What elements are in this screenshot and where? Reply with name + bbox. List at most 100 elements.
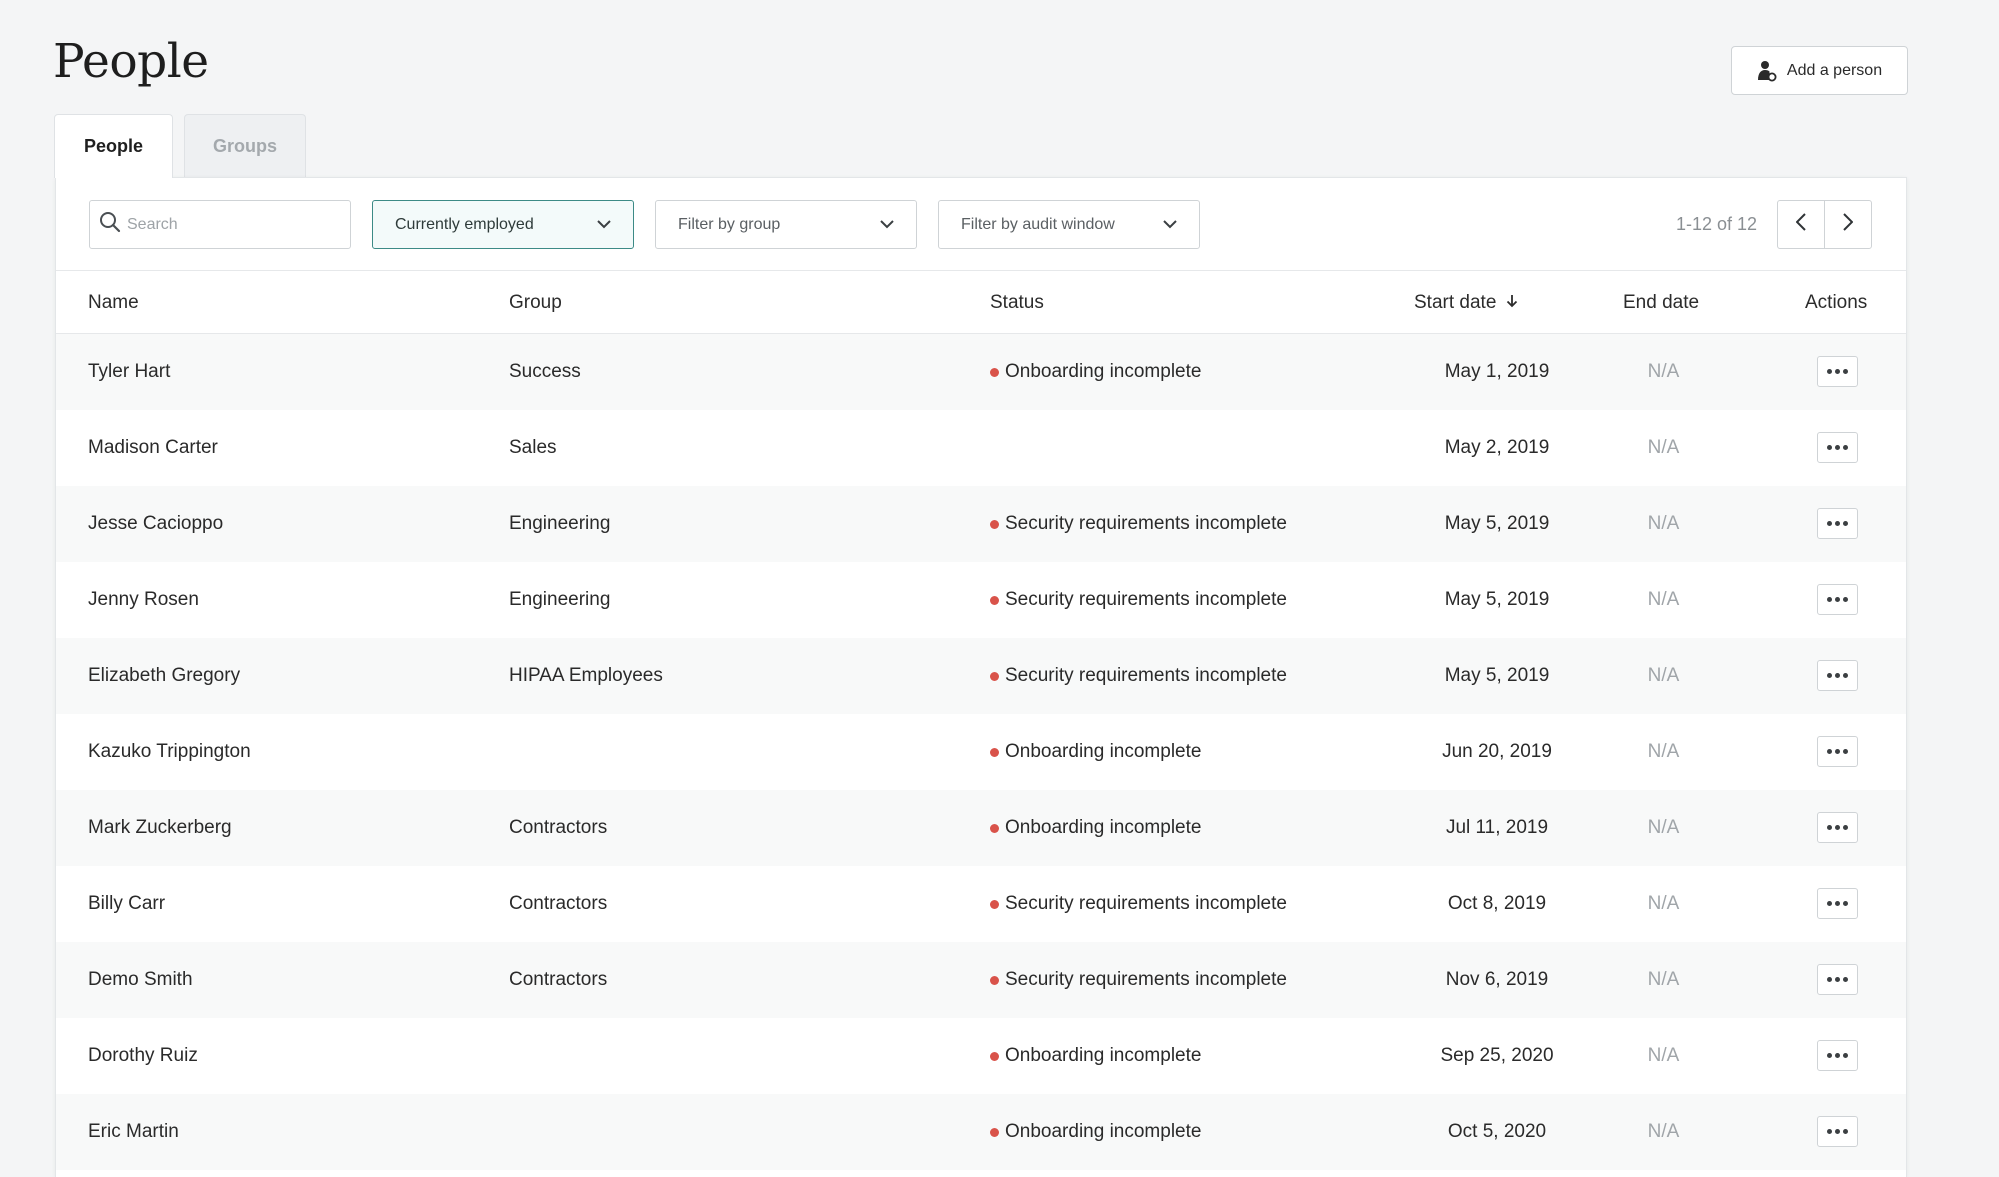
status-text: Security requirements incomplete xyxy=(1005,513,1287,534)
person-status: Onboarding incomplete xyxy=(990,714,1201,790)
table-row[interactable]: Elizabeth Gregory HIPAA Employees Security… xyxy=(56,638,1906,714)
end-date: N/A xyxy=(1647,893,1680,914)
start-date: May 5, 2019 xyxy=(1444,589,1550,610)
column-header-status[interactable]: Status xyxy=(990,271,1044,334)
ellipsis-icon xyxy=(1826,445,1850,450)
table-row[interactable]: Eric Martin Onboarding incomplete Oct 5, 2… xyxy=(56,1094,1906,1170)
end-date: N/A xyxy=(1647,741,1680,762)
audit-window-filter-select[interactable]: Filter by audit window xyxy=(938,200,1200,249)
table-row[interactable]: Tyler Hart Success Onboarding incomplete Ma… xyxy=(56,334,1906,410)
person-name[interactable]: Elizabeth Gregory xyxy=(88,638,240,714)
ellipsis-icon xyxy=(1826,369,1850,374)
person-status: Onboarding incomplete xyxy=(990,1018,1201,1094)
status-text: Security requirements incomplete xyxy=(1005,589,1287,610)
add-person-icon xyxy=(1757,60,1777,82)
end-date: N/A xyxy=(1647,361,1680,382)
chevron-down-icon xyxy=(597,216,611,234)
column-header-end-date[interactable]: End date xyxy=(1623,271,1699,334)
start-date-label: Start date xyxy=(1414,292,1497,313)
table-row[interactable]: Mark Zuckerberg Contractors Onboarding inc… xyxy=(56,790,1906,866)
person-name[interactable]: Jesse Cacioppo xyxy=(88,486,223,562)
column-header-start-date[interactable]: Start date xyxy=(1414,271,1518,334)
table-row[interactable]: Kazuko Trippington Onboarding incomplete J… xyxy=(56,714,1906,790)
chevron-down-icon xyxy=(1163,216,1177,234)
row-actions xyxy=(1817,584,1858,615)
more-actions-button[interactable] xyxy=(1817,736,1858,767)
person-group: Engineering xyxy=(509,589,611,610)
previous-page-button[interactable] xyxy=(1777,200,1825,249)
more-actions-button[interactable] xyxy=(1817,584,1858,615)
person-name[interactable]: Jenny Rosen xyxy=(88,562,199,638)
person-name[interactable]: Kazuko Trippington xyxy=(88,714,251,790)
person-status: Security requirements incomplete xyxy=(990,562,1287,638)
person-group: Contractors xyxy=(509,893,608,914)
person-group: HIPAA Employees xyxy=(509,665,663,686)
column-header-group[interactable]: Group xyxy=(509,271,562,334)
person-status: Onboarding incomplete xyxy=(990,790,1201,866)
start-date: Oct 5, 2020 xyxy=(1447,1121,1547,1142)
table-body: Tyler Hart Success Onboarding incomplete Ma… xyxy=(56,334,1906,1170)
more-actions-button[interactable] xyxy=(1817,964,1858,995)
end-date: N/A xyxy=(1647,1045,1680,1066)
next-page-button[interactable] xyxy=(1824,200,1872,249)
start-date: May 1, 2019 xyxy=(1444,361,1550,382)
person-name[interactable]: Madison Carter xyxy=(88,410,218,486)
person-name[interactable]: Mark Zuckerberg xyxy=(88,790,232,866)
person-name[interactable]: Tyler Hart xyxy=(88,334,170,410)
status-dot-icon xyxy=(990,595,999,605)
tab-groups[interactable]: Groups xyxy=(184,114,306,178)
ellipsis-icon xyxy=(1826,901,1850,906)
column-header-name[interactable]: Name xyxy=(88,271,139,334)
start-date: May 2, 2019 xyxy=(1444,437,1550,458)
ellipsis-icon xyxy=(1826,1129,1850,1134)
status-dot-icon xyxy=(990,519,999,529)
person-status: Onboarding incomplete xyxy=(990,334,1201,410)
search-input[interactable] xyxy=(127,215,337,234)
end-date: N/A xyxy=(1647,437,1680,458)
more-actions-button[interactable] xyxy=(1817,660,1858,691)
table-row[interactable]: Jenny Rosen Engineering Security requireme… xyxy=(56,562,1906,638)
status-dot-icon xyxy=(990,367,999,377)
end-date: N/A xyxy=(1647,1121,1680,1142)
table-row[interactable]: Jesse Cacioppo Engineering Security requir… xyxy=(56,486,1906,562)
more-actions-button[interactable] xyxy=(1817,508,1858,539)
pagination-count: 1-12 of 12 xyxy=(1676,214,1758,234)
ellipsis-icon xyxy=(1826,521,1850,526)
more-actions-button[interactable] xyxy=(1817,1116,1858,1147)
table-row[interactable]: Billy Carr Contractors Security requiremen… xyxy=(56,866,1906,942)
table-row[interactable]: Madison Carter Sales May 2, 2019 N/A xyxy=(56,410,1906,486)
more-actions-button[interactable] xyxy=(1817,1040,1858,1071)
more-actions-button[interactable] xyxy=(1817,812,1858,843)
ellipsis-icon xyxy=(1826,597,1850,602)
person-status: Onboarding incomplete xyxy=(990,1094,1201,1170)
tab-people[interactable]: People xyxy=(54,114,173,178)
employment-status-select[interactable]: Currently employed xyxy=(372,200,634,249)
person-name[interactable]: Dorothy Ruiz xyxy=(88,1018,198,1094)
row-actions xyxy=(1817,964,1858,995)
person-group: Contractors xyxy=(509,817,608,838)
page-title: People xyxy=(53,34,209,89)
table-header: Name Group Status Start date End date Ac… xyxy=(56,271,1906,334)
ellipsis-icon xyxy=(1826,1053,1850,1058)
status-text: Onboarding incomplete xyxy=(1005,1121,1202,1142)
people-panel: Currently employed Filter by group Filte… xyxy=(55,177,1907,1177)
filter-toolbar: Currently employed Filter by group Filte… xyxy=(56,178,1906,271)
employment-status-value: Currently employed xyxy=(395,215,534,233)
add-person-button[interactable]: Add a person xyxy=(1731,46,1908,95)
person-name[interactable]: Eric Martin xyxy=(88,1094,179,1170)
chevron-down-icon xyxy=(880,216,894,234)
more-actions-button[interactable] xyxy=(1817,888,1858,919)
end-date: N/A xyxy=(1647,513,1680,534)
start-date: Jul 11, 2019 xyxy=(1445,817,1549,838)
table-row[interactable]: Dorothy Ruiz Onboarding incomplete Sep 25,… xyxy=(56,1018,1906,1094)
audit-window-filter-label: Filter by audit window xyxy=(961,215,1115,233)
more-actions-button[interactable] xyxy=(1817,432,1858,463)
start-date: Oct 8, 2019 xyxy=(1447,893,1547,914)
group-filter-select[interactable]: Filter by group xyxy=(655,200,917,249)
table-row[interactable]: Demo Smith Contractors Security requiremen… xyxy=(56,942,1906,1018)
start-date: May 5, 2019 xyxy=(1444,665,1550,686)
person-name[interactable]: Billy Carr xyxy=(88,866,165,942)
more-actions-button[interactable] xyxy=(1817,356,1858,387)
status-text: Security requirements incomplete xyxy=(1005,665,1287,686)
person-name[interactable]: Demo Smith xyxy=(88,942,193,1018)
